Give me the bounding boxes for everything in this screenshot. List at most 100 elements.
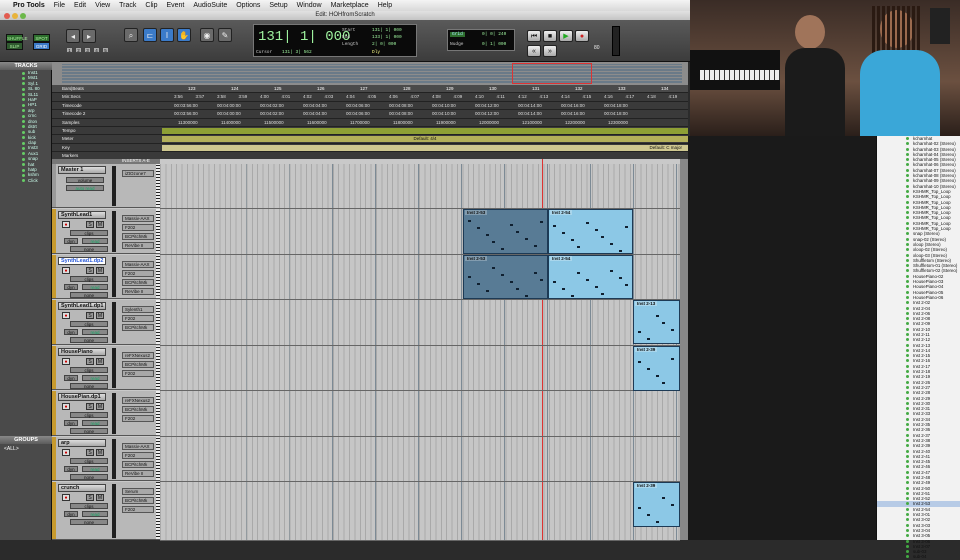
automation-mode[interactable]: read (82, 466, 108, 472)
menu-edit[interactable]: Edit (74, 2, 86, 9)
menu-app-name[interactable]: Pro Tools (13, 2, 45, 9)
automation-mode[interactable]: read (82, 284, 108, 290)
midi-clip[interactable]: Inst 2-53 (463, 255, 548, 299)
selector-tool-icon[interactable]: I (160, 28, 174, 42)
dyn-button[interactable]: dyn (64, 238, 78, 244)
insert-slot[interactable]: Massiv-AAX (122, 443, 154, 450)
vertical-scrollbar[interactable] (680, 159, 688, 540)
track-view-selector[interactable]: clips (70, 367, 108, 373)
track-name[interactable]: SynthLead1.dp1 (58, 302, 106, 310)
delay-label[interactable]: Dly (372, 50, 380, 55)
insert-slot[interactable]: BCPitchMk (122, 406, 154, 413)
comp-lane-selector[interactable]: none (70, 337, 108, 343)
insert-slot[interactable]: Sylenth1 (122, 306, 154, 313)
dyn-button[interactable]: dyn (64, 511, 78, 517)
mute-button[interactable]: M (96, 221, 104, 228)
slip-mode-button[interactable]: SLIP (6, 42, 23, 50)
insert-slot[interactable]: F202 (122, 270, 154, 277)
trim-tool-icon[interactable]: ⊏ (143, 28, 157, 42)
track-view-selector[interactable]: clips (70, 230, 108, 236)
mute-button[interactable]: M (96, 312, 104, 319)
master-view-selector[interactable]: volume (66, 177, 104, 183)
track-view-selector[interactable]: clips (70, 412, 108, 418)
fast-forward-icon[interactable]: » (543, 45, 557, 57)
stop-icon[interactable]: ■ (543, 30, 557, 42)
midi-clip[interactable]: Inst 2-53 (463, 209, 548, 254)
comp-lane-selector[interactable]: none (70, 519, 108, 525)
nudge-value[interactable]: 0| 1| 000 (482, 42, 506, 47)
nudge-label[interactable]: Nudge (450, 42, 464, 47)
shuffle-mode-button[interactable]: SHUFFLE (6, 34, 28, 42)
mini-keyboard[interactable] (156, 482, 160, 539)
close-window-icon[interactable] (4, 12, 10, 19)
zoom-window-icon[interactable] (20, 12, 26, 19)
solo-button[interactable]: S (86, 358, 94, 365)
midi-clip[interactable]: Inst 2-54 (548, 255, 633, 299)
insert-slot[interactable]: BCPitchMk (122, 497, 154, 504)
key-lane[interactable]: Default: C major (162, 144, 688, 151)
ruler-samples[interactable]: Samples 11300000 11400000 11500000 11600000 1… (52, 119, 688, 127)
group-all[interactable]: <ALL> (4, 446, 19, 452)
record-enable-button[interactable]: ● (62, 312, 70, 319)
insert-slot[interactable]: reFXNexus2 (122, 352, 154, 359)
menu-options[interactable]: Options (236, 2, 260, 9)
track-header[interactable]: SynthLead1 ● S Mclips dyn read none Massiv-AAX F… (52, 209, 160, 254)
dyn-button[interactable]: dyn (64, 329, 78, 335)
comp-lane-selector[interactable]: none (70, 428, 108, 434)
groups-header[interactable]: GROUPS (0, 436, 52, 444)
dyn-button[interactable]: dyn (64, 420, 78, 426)
play-icon[interactable]: ▶ (559, 30, 573, 42)
solo-button[interactable]: S (86, 221, 94, 228)
record-enable-button[interactable]: ● (62, 403, 70, 410)
track-view-selector[interactable]: clips (70, 321, 108, 327)
menu-audiosuite[interactable]: AudioSuite (193, 2, 227, 9)
track-header[interactable]: SynthLead1.dp2 ● S Mclips dyn read none Massiv-… (52, 255, 160, 299)
menu-help[interactable]: Help (378, 2, 392, 9)
track-header[interactable]: crunch ● S Mclips dyn read none Serum BCPitchMk F… (52, 482, 160, 540)
insert-slot[interactable]: ReVibe II (122, 242, 154, 249)
insert-slot[interactable]: F202 (122, 315, 154, 322)
zoom-preset-2[interactable]: 2 (75, 47, 82, 53)
ruler-tempo[interactable]: Tempo (52, 127, 688, 136)
spot-mode-button[interactable]: SPOT (33, 34, 50, 42)
grid-value[interactable]: 0| 0| 240 (482, 32, 506, 37)
main-counter[interactable]: 131| 1| 000 (258, 29, 350, 45)
mute-button[interactable]: M (96, 267, 104, 274)
dyn-button[interactable]: dyn (64, 466, 78, 472)
mini-keyboard[interactable] (156, 437, 160, 480)
menu-setup[interactable]: Setup (269, 2, 287, 9)
record-enable-button[interactable]: ● (62, 221, 70, 228)
mini-keyboard[interactable] (156, 346, 160, 389)
universe-overview[interactable] (52, 62, 688, 85)
grabber-tool-icon[interactable]: ✋ (177, 28, 191, 42)
minimize-window-icon[interactable] (12, 12, 18, 19)
ruler-timecode[interactable]: Timecode 00:03:56:00 00:04:00:00 00:04:02:0… (52, 102, 688, 111)
track-header[interactable]: HousePiano ● S Mclips dyn read none reFXNexus2 B… (52, 346, 160, 390)
insert-slot[interactable]: Massiv-AAX (122, 261, 154, 268)
menu-track[interactable]: Track (119, 2, 136, 9)
track-header[interactable]: HousePian.dp1 ● S Mclips dyn read none reFXNexu… (52, 391, 160, 436)
automation-mode[interactable]: read (82, 375, 108, 381)
insert-slot[interactable]: BCPitchMk (122, 324, 154, 331)
insert-slot[interactable]: reFXNexus2 (122, 397, 154, 404)
zoom-preset-4[interactable]: 4 (93, 47, 100, 53)
comp-lane-selector[interactable]: none (70, 474, 108, 480)
insert-slot[interactable]: iZtOzone7 (122, 170, 154, 177)
insert-slot[interactable]: F202 (122, 452, 154, 459)
midi-clip[interactable]: Inst 2-39 (633, 346, 680, 391)
insert-slot[interactable]: F202 (122, 224, 154, 231)
overview-view-box[interactable] (512, 63, 592, 84)
midi-clip[interactable]: Inst 2-13 (633, 300, 680, 344)
midi-clip[interactable]: Inst 2-39 (633, 482, 680, 527)
solo-button[interactable]: S (86, 267, 94, 274)
track-name[interactable]: SynthLead1 (58, 211, 106, 219)
rewind-icon[interactable]: « (527, 45, 541, 57)
insert-slot[interactable]: F202 (122, 370, 154, 377)
clip-list-item[interactable]: sub-04 (877, 554, 960, 559)
inserts-header[interactable]: INSERTS A-E (122, 158, 150, 163)
record-enable-button[interactable]: ● (62, 267, 70, 274)
menu-file[interactable]: File (54, 2, 65, 9)
track-header[interactable]: Master 1 volume auto read iZtOzone7 (52, 164, 160, 208)
master-automation-mode[interactable]: auto read (66, 185, 104, 191)
insert-slot[interactable]: Massiv-AAX (122, 215, 154, 222)
